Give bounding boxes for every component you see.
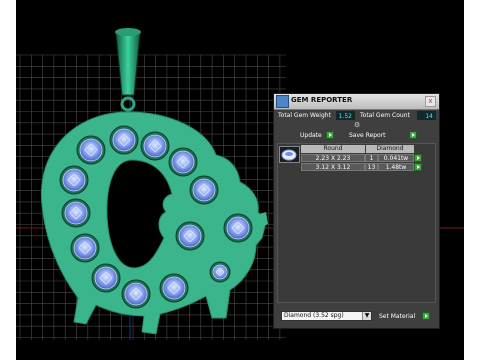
set-material-label: Set Material bbox=[379, 313, 416, 320]
save-report-label: Save Report bbox=[349, 132, 386, 139]
column-header-round: Round bbox=[301, 145, 365, 153]
row-2-size: 3.12 X 3.12 bbox=[301, 163, 365, 171]
gear-icon[interactable]: ⚙ bbox=[354, 121, 360, 129]
close-icon[interactable]: x bbox=[425, 96, 436, 107]
material-select[interactable]: Diamond (3.52 spg) ▼ bbox=[281, 311, 372, 321]
column-header-diamond: Diamond bbox=[366, 145, 414, 153]
gem-stone bbox=[124, 282, 148, 306]
gem-stone bbox=[73, 236, 97, 260]
gem-stone bbox=[226, 216, 250, 240]
gem-stone bbox=[143, 134, 167, 158]
gem-stone bbox=[171, 150, 195, 174]
gem-stone bbox=[112, 128, 136, 152]
total-gem-weight-label: Total Gem Weight bbox=[278, 112, 331, 119]
round-gem-icon[interactable] bbox=[279, 146, 300, 163]
pendant-bail-top bbox=[115, 28, 141, 36]
row-1-size: 2.23 X 2.23 bbox=[301, 154, 365, 162]
gem-stone bbox=[62, 168, 86, 192]
gem-stone bbox=[94, 266, 118, 290]
gem-stone bbox=[178, 224, 202, 248]
gem-stone bbox=[192, 178, 216, 202]
row-1-count: 1 bbox=[365, 154, 378, 162]
total-gem-weight-value: 1.52 bbox=[336, 111, 355, 120]
total-gem-count-value: 14 bbox=[417, 111, 436, 120]
row-2-weight: 1.48tw bbox=[378, 163, 414, 171]
set-material-button[interactable] bbox=[422, 312, 430, 320]
gem-stone bbox=[79, 138, 103, 162]
dropdown-arrow-icon[interactable]: ▼ bbox=[362, 312, 371, 320]
material-select-value: Diamond (3.52 spg) bbox=[284, 312, 344, 319]
update-button[interactable] bbox=[326, 131, 334, 139]
gem-stone bbox=[64, 201, 88, 225]
update-label: Update bbox=[300, 132, 322, 139]
pendant-bail bbox=[115, 31, 141, 96]
row-2-count: 13 bbox=[365, 163, 378, 171]
total-gem-count-label: Total Gem Count bbox=[360, 112, 410, 119]
gem-reporter-panel: GEM REPORTER x Total Gem Weight 1.52 Tot… bbox=[273, 93, 440, 329]
panel-title: GEM REPORTER bbox=[291, 96, 353, 104]
row-1-weight: 0.041tw bbox=[378, 154, 414, 162]
pendant-jump-ring bbox=[120, 96, 136, 112]
gem-stone bbox=[212, 264, 228, 280]
row-1-play-icon[interactable] bbox=[414, 154, 422, 162]
panel-titlebar[interactable]: GEM REPORTER x bbox=[274, 94, 439, 110]
row-2-play-icon[interactable] bbox=[414, 163, 422, 171]
gem-stone bbox=[162, 276, 186, 300]
gem-reporter-app-icon bbox=[276, 95, 289, 108]
save-report-button[interactable] bbox=[409, 131, 417, 139]
